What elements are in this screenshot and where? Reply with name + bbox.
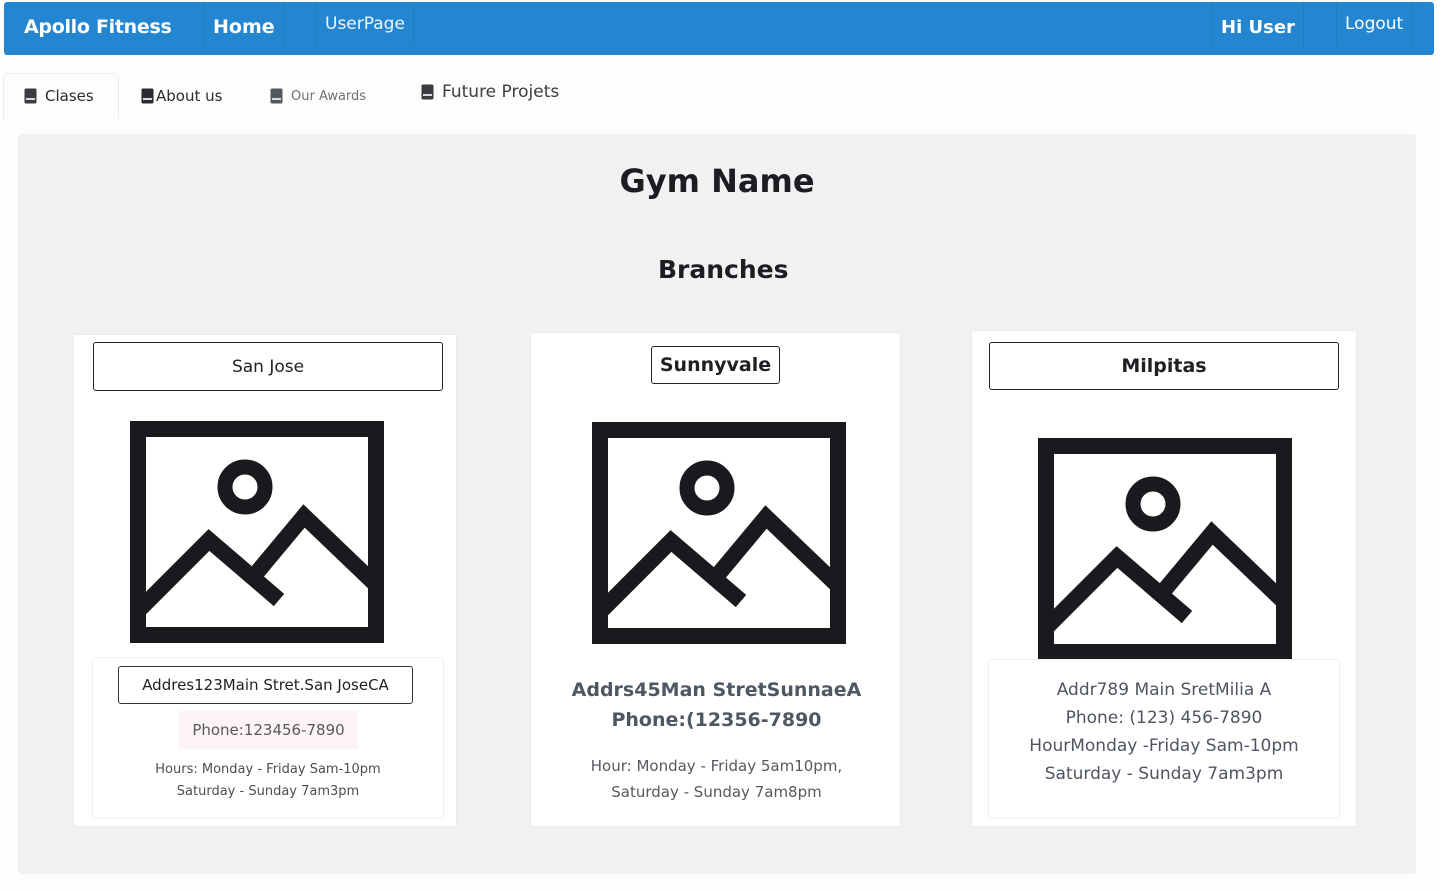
book-icon <box>24 88 37 104</box>
main-panel: Gym Name Branches San Jose Addres123Main… <box>18 134 1416 874</box>
branch-phone: Phone:123456-7890 <box>179 711 358 749</box>
image-placeholder-icon <box>1038 438 1292 660</box>
book-icon <box>141 88 154 104</box>
tab-our-awards[interactable]: Our Awards <box>270 73 366 119</box>
hours-line-1: Hours: Monday - Friday Sam-10pm <box>155 762 381 777</box>
top-navbar: Apollo Fitness Home UserPage Hi User Log… <box>4 2 1434 55</box>
book-icon <box>270 88 283 104</box>
branch-card-san-jose: San Jose Addres123Main Stret.San JoseCA … <box>73 334 457 827</box>
tab-bar: Clases About us Our Awards Future Projet… <box>3 73 603 119</box>
image-placeholder-icon <box>130 421 384 643</box>
hours-line-2: Saturday - Sunday 7am8pm <box>611 783 822 801</box>
branch-details: Addr789 Main SretMilia A Phone: (123) 45… <box>989 676 1339 788</box>
user-greeting[interactable]: Hi User <box>1212 2 1304 52</box>
branch-info-box: Addr789 Main SretMilia A Phone: (123) 45… <box>988 659 1340 819</box>
brand-logo[interactable]: Apollo Fitness <box>16 2 179 52</box>
nav-userpage-link[interactable]: UserPage <box>316 2 414 46</box>
tab-classes[interactable]: Clases <box>3 73 119 119</box>
hours-line-1: Hour: Monday - Friday 5am10pm, <box>590 757 843 775</box>
branches-heading: Branches <box>658 255 789 284</box>
gym-name-heading: Gym Name <box>619 162 815 200</box>
logout-button[interactable]: Logout <box>1336 2 1413 46</box>
tab-label: Future Projets <box>442 82 560 102</box>
hours-line-2: Saturday - Sunday 7am3pm <box>1044 764 1284 784</box>
branch-address: Addres123Main Stret.San JoseCA <box>118 666 413 704</box>
branch-phone: Phone:(12356-7890 <box>611 709 822 731</box>
branch-address: Addr789 Main SretMilia A <box>1056 680 1272 700</box>
image-placeholder-icon <box>592 422 846 644</box>
nav-home-link[interactable]: Home <box>204 2 284 52</box>
book-icon <box>421 84 434 100</box>
hours-line-2: Saturday - Sunday 7am3pm <box>176 784 360 799</box>
branch-hours: Hours: Monday - Friday Sam-10pm Saturday… <box>93 759 443 803</box>
branch-card-sunnyvale: Sunnyvale Addrs45Man StretSunnaeA Phone:… <box>530 332 901 827</box>
tab-label: Clases <box>45 87 94 105</box>
tab-label: About us <box>156 87 223 105</box>
branch-info-box: Addres123Main Stret.San JoseCA Phone:123… <box>92 657 444 819</box>
branch-phone: Phone: (123) 456-7890 <box>1065 708 1263 728</box>
branch-name-button[interactable]: Sunnyvale <box>651 346 780 384</box>
branch-card-milpitas: Milpitas Addr789 Main SretMilia A Phone:… <box>971 330 1357 827</box>
branch-name-button[interactable]: Milpitas <box>989 342 1339 390</box>
branch-name-button[interactable]: San Jose <box>93 342 443 391</box>
hours-line-1: HourMonday -Friday Sam-10pm <box>1029 736 1299 756</box>
branch-contact: Addrs45Man StretSunnaeA Phone:(12356-789… <box>531 675 902 735</box>
branch-hours: Hour: Monday - Friday 5am10pm, Saturday … <box>531 753 902 805</box>
branch-address: Addrs45Man StretSunnaeA <box>571 679 862 701</box>
tab-future-projects[interactable]: Future Projets <box>421 69 559 115</box>
tab-about-us[interactable]: About us <box>141 73 222 119</box>
tab-label: Our Awards <box>291 88 367 104</box>
